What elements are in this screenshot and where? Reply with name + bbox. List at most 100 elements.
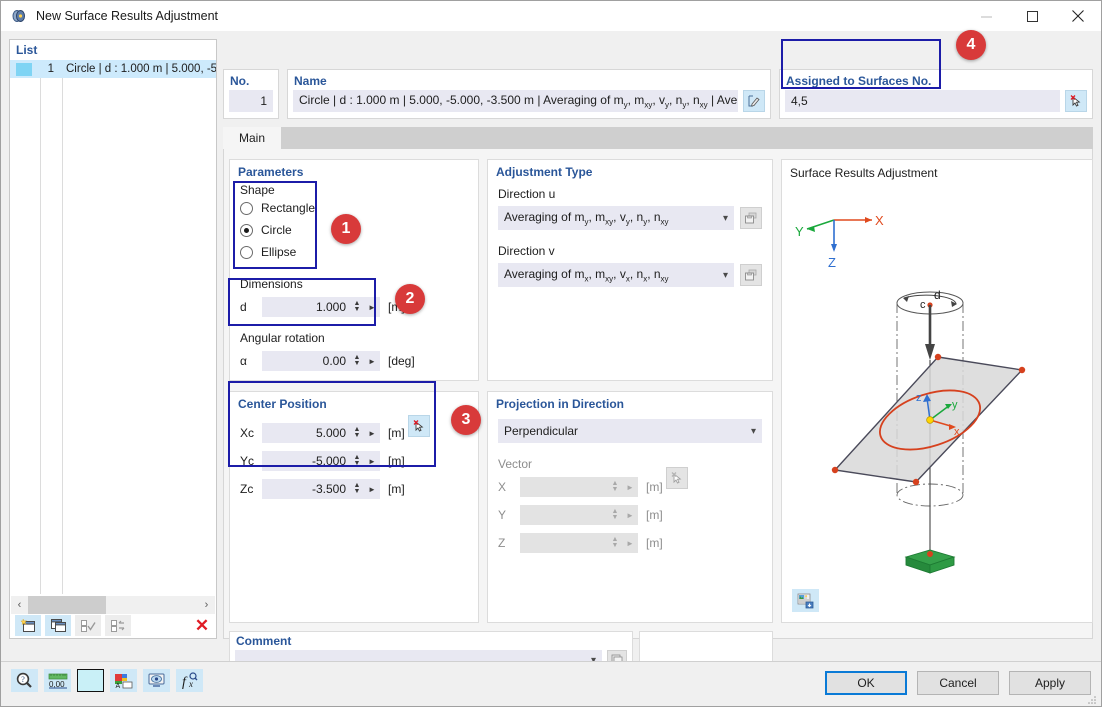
center-position-group: Center Position Xc 5.000 ▲▼ ► [m] Yc -5.… (229, 391, 479, 623)
no-input[interactable]: 1 (229, 90, 273, 112)
tab-main[interactable]: Main (223, 127, 281, 149)
center-yc-stepper[interactable]: ▲▼ (350, 451, 364, 471)
shape-circle-label: Circle (261, 223, 292, 237)
scroll-left-icon[interactable]: ‹ (11, 599, 28, 611)
edit-name-icon[interactable] (743, 90, 765, 112)
tab-strip: Main (223, 127, 1093, 149)
axis-arrow-icon (925, 344, 935, 360)
radio-circle-icon[interactable] (240, 224, 253, 237)
display-properties-icon[interactable]: A (110, 669, 137, 692)
support-base (906, 550, 954, 573)
svg-text:y: y (952, 399, 958, 411)
new-item-button[interactable] (15, 615, 41, 636)
list-item-no: 1 (38, 63, 58, 75)
direction-v-combo[interactable]: Averaging of mx, mxy, vx, nx, nxy ▾ (498, 263, 734, 287)
color-swatch-icon (16, 63, 32, 76)
list-grid: 1 Circle | d : 1.000 m | 5.000, -5.000 (10, 60, 216, 594)
angular-rotation-row: α 0.00 ▲▼ ► [deg] (240, 351, 478, 371)
center-xc-stepper[interactable]: ▲▼ (350, 423, 364, 443)
alpha-stepper[interactable]: ▲▼ (350, 351, 364, 371)
svg-text:X: X (875, 213, 884, 228)
svg-text:f: f (182, 675, 188, 689)
vector-y-input (520, 505, 608, 525)
no-label: No. (224, 70, 278, 90)
center-zc-unit: [m] (388, 482, 405, 496)
cancel-button[interactable]: Cancel (917, 671, 999, 695)
annotation-badge-4: 4 (956, 30, 986, 60)
units-icon[interactable]: 0,00 (44, 669, 71, 692)
name-input-text: Circle | d : 1.000 m | 5.000, -5.000, -3… (299, 93, 738, 109)
name-input[interactable]: Circle | d : 1.000 m | 5.000, -5.000, -3… (293, 90, 738, 112)
center-xc-next-icon[interactable]: ► (364, 423, 380, 443)
direction-u-combo[interactable]: Averaging of my, mxy, vy, ny, nxy ▾ (498, 206, 734, 230)
scroll-right-icon[interactable]: › (198, 599, 215, 611)
chevron-down-icon[interactable]: ▾ (723, 270, 728, 281)
radio-ellipse-icon[interactable] (240, 246, 253, 259)
alpha-var: α (240, 354, 262, 368)
copy-item-button[interactable] (45, 615, 71, 636)
angular-rotation-label: Angular rotation (240, 331, 478, 345)
vector-z-row: Z ▲▼ ► [m] (498, 533, 772, 553)
color-swatch-icon[interactable] (77, 669, 104, 692)
minimize-button[interactable] (963, 1, 1009, 31)
maximize-button[interactable] (1009, 1, 1055, 31)
dimension-d-stepper[interactable]: ▲▼ (350, 297, 364, 317)
pick-point-icon[interactable] (408, 415, 430, 437)
edit-adjustment-v-icon[interactable] (740, 264, 762, 286)
alpha-next-icon[interactable]: ► (364, 351, 380, 371)
assigned-input[interactable]: 4,5 (785, 90, 1060, 112)
list-toolbar: ✕ (11, 614, 215, 637)
select-all-button[interactable] (75, 615, 101, 636)
scroll-thumb[interactable] (28, 596, 106, 614)
dimension-d-var: d (240, 300, 262, 314)
shape-option-ellipse[interactable]: Ellipse (240, 241, 478, 263)
annotation-badge-1: 1 (331, 214, 361, 244)
scroll-track[interactable] (28, 596, 198, 614)
chevron-down-icon[interactable]: ▾ (723, 213, 728, 224)
bottom-toolbar: ? 0,00 A (11, 669, 203, 692)
vector-z-unit: [m] (646, 536, 663, 550)
list-header: List (10, 40, 216, 60)
center-yc-next-icon[interactable]: ► (364, 451, 380, 471)
center-xc-input[interactable]: 5.000 (262, 423, 350, 443)
delete-item-button[interactable]: ✕ (189, 615, 215, 636)
center-zc-var: Zc (240, 482, 262, 496)
center-zc-stepper[interactable]: ▲▼ (350, 479, 364, 499)
svg-text:z: z (916, 392, 922, 404)
dimension-d-next-icon[interactable]: ► (364, 297, 380, 317)
edit-adjustment-u-icon[interactable] (740, 207, 762, 229)
bottom-bar: ? 0,00 A (1, 661, 1101, 706)
alpha-input[interactable]: 0.00 (262, 351, 350, 371)
chevron-down-icon[interactable]: ▾ (751, 426, 756, 437)
formula-icon[interactable]: f x (176, 669, 203, 692)
shape-rectangle-label: Rectangle (261, 201, 315, 215)
dialog-body: List 1 Circle | d : 1.000 m | 5.000, -5.… (1, 31, 1101, 661)
vector-y-row: Y ▲▼ ► [m] (498, 505, 772, 525)
center-zc-input[interactable]: -3.500 (262, 479, 350, 499)
svg-text:A: A (116, 683, 121, 689)
dialog-window: New Surface Results Adjustment List 1 (0, 0, 1102, 707)
apply-button[interactable]: Apply (1009, 671, 1091, 695)
center-yc-row: Yc -5.000 ▲▼ ► [m] (240, 451, 478, 471)
annotation-badge-2: 2 (395, 284, 425, 314)
info-magnifier-icon[interactable]: ? (11, 669, 38, 692)
resize-grip-icon[interactable] (1087, 694, 1097, 704)
dimension-d-input[interactable]: 1.000 (262, 297, 350, 317)
center-zc-next-icon[interactable]: ► (364, 479, 380, 499)
shape-option-rectangle[interactable]: Rectangle (240, 197, 478, 219)
invert-selection-button[interactable] (105, 615, 131, 636)
ok-button[interactable]: OK (825, 671, 907, 695)
radio-rectangle-icon[interactable] (240, 202, 253, 215)
pick-surfaces-icon[interactable] (1065, 90, 1087, 112)
window-controls (963, 1, 1101, 31)
visibility-icon[interactable] (143, 669, 170, 692)
dialog-buttons: OK Cancel Apply (825, 671, 1091, 695)
projection-mode-combo[interactable]: Perpendicular ▾ (498, 419, 762, 443)
list-item[interactable]: 1 Circle | d : 1.000 m | 5.000, -5.000 (10, 60, 216, 78)
center-label: c (920, 299, 926, 311)
save-image-icon[interactable] (792, 589, 819, 612)
vector-label: Vector (498, 457, 772, 471)
close-button[interactable] (1055, 1, 1101, 31)
list-horizontal-scrollbar[interactable]: ‹ › (11, 596, 215, 614)
center-yc-input[interactable]: -5.000 (262, 451, 350, 471)
